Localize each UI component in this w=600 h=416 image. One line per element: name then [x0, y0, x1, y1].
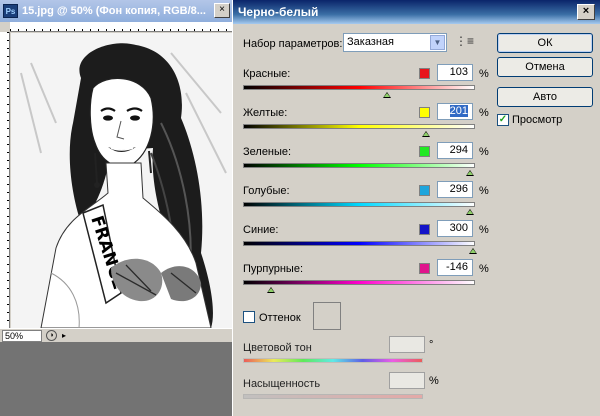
tint-checkbox[interactable] — [243, 311, 255, 323]
color-swatch — [419, 68, 430, 79]
slider-track[interactable] — [243, 202, 475, 207]
black-white-portrait-image: FRANCE — [11, 33, 232, 328]
percent-unit: % — [479, 146, 489, 158]
preview-option[interactable]: ✓ Просмотр — [497, 114, 562, 128]
document-window: Ps 15.jpg @ 50% (Фон копия, RGB/8... × F… — [0, 0, 232, 416]
vertical-ruler — [0, 32, 10, 328]
slider-value: -146 — [445, 261, 468, 273]
zoom-field[interactable]: 50% — [2, 330, 42, 342]
slider-value-input[interactable]: -146 — [437, 259, 473, 276]
slider-value: 103 — [449, 66, 468, 78]
tint-color-swatch[interactable] — [313, 302, 341, 330]
slider-label: Желтые: — [243, 107, 288, 119]
dialog-close-button[interactable]: × — [577, 4, 595, 20]
preview-label: Просмотр — [512, 114, 563, 127]
preset-value: Заказная — [347, 36, 395, 48]
slider-value: 201 — [449, 105, 468, 117]
hue-slider-track[interactable] — [243, 358, 423, 363]
slider-row: Зеленые: 294% — [243, 142, 493, 184]
status-info-icon[interactable]: ◑ — [46, 330, 57, 341]
color-swatch — [419, 185, 430, 196]
document-title-bar[interactable]: Ps 15.jpg @ 50% (Фон копия, RGB/8... — [0, 0, 232, 22]
slider-thumb[interactable] — [466, 170, 475, 176]
document-title: 15.jpg @ 50% (Фон копия, RGB/8... — [22, 5, 206, 17]
percent-unit: % — [479, 107, 489, 119]
dialog-title: Черно-белый — [238, 5, 319, 19]
slider-label: Красные: — [243, 68, 291, 80]
saturation-unit: % — [429, 375, 439, 387]
slider-track[interactable] — [243, 163, 475, 168]
color-swatch — [419, 107, 430, 118]
slider-value: 296 — [449, 183, 468, 195]
hue-field[interactable] — [389, 336, 425, 353]
slider-label: Пурпурные: — [243, 263, 304, 275]
horizontal-ruler — [10, 22, 232, 32]
slider-row: Голубые: 296% — [243, 181, 493, 223]
slider-label: Голубые: — [243, 185, 290, 197]
slider-row: Желтые: 201% — [243, 103, 493, 145]
hue-unit: ° — [429, 339, 434, 351]
color-swatch — [419, 146, 430, 157]
saturation-row: Насыщенность % — [243, 372, 443, 406]
slider-thumb[interactable] — [468, 248, 477, 254]
photoshop-icon: Ps — [3, 4, 18, 18]
slider-row: Синие: 300% — [243, 220, 493, 262]
slider-track[interactable] — [243, 124, 475, 129]
document-status-bar: 50% ◑ ▸ — [0, 328, 232, 342]
saturation-slider-track[interactable] — [243, 394, 423, 399]
tint-label: Оттенок — [259, 312, 301, 324]
workspace-background — [0, 342, 232, 416]
slider-thumb[interactable] — [422, 131, 431, 137]
slider-track[interactable] — [243, 280, 475, 285]
color-swatch — [419, 263, 430, 274]
slider-value-input[interactable]: 201 — [437, 103, 473, 120]
auto-button[interactable]: Авто — [497, 87, 593, 107]
slider-value-input[interactable]: 296 — [437, 181, 473, 198]
slider-track[interactable] — [243, 85, 475, 90]
dialog-title-bar[interactable]: Черно-белый — [233, 0, 600, 24]
slider-track[interactable] — [243, 241, 475, 246]
slider-label: Зеленые: — [243, 146, 292, 158]
slider-label: Синие: — [243, 224, 279, 236]
chevron-down-icon[interactable]: ▼ — [430, 35, 445, 50]
status-menu-arrow-icon[interactable]: ▸ — [62, 331, 66, 340]
slider-thumb[interactable] — [382, 92, 391, 98]
cancel-button[interactable]: Отмена — [497, 57, 593, 77]
percent-unit: % — [479, 263, 489, 275]
slider-value-input[interactable]: 294 — [437, 142, 473, 159]
saturation-label: Насыщенность — [243, 378, 321, 390]
black-white-dialog: Черно-белый × Набор параметров: Заказная… — [232, 0, 600, 416]
hue-label: Цветовой тон — [243, 342, 312, 354]
saturation-field[interactable] — [389, 372, 425, 389]
slider-value: 294 — [449, 144, 468, 156]
color-swatch — [419, 224, 430, 235]
preset-select[interactable]: Заказная ▼ — [343, 33, 447, 52]
preview-checkbox[interactable]: ✓ — [497, 114, 509, 127]
slider-row: Красные: 103% — [243, 64, 493, 106]
document-close-button[interactable]: × — [214, 3, 230, 18]
slider-value: 300 — [449, 222, 468, 234]
preset-label: Набор параметров: — [243, 38, 343, 50]
percent-unit: % — [479, 68, 489, 80]
slider-value-input[interactable]: 300 — [437, 220, 473, 237]
percent-unit: % — [479, 185, 489, 197]
slider-value-input[interactable]: 103 — [437, 64, 473, 81]
hue-row: Цветовой тон ° — [243, 336, 443, 370]
percent-unit: % — [479, 224, 489, 236]
slider-row: Пурпурные: -146% — [243, 259, 493, 301]
ok-button[interactable]: ОК — [497, 33, 593, 53]
preset-options-icon[interactable]: ⋮≡ — [455, 35, 474, 49]
slider-thumb[interactable] — [266, 287, 275, 293]
slider-thumb[interactable] — [466, 209, 475, 215]
image-canvas[interactable]: FRANCE — [11, 33, 232, 328]
